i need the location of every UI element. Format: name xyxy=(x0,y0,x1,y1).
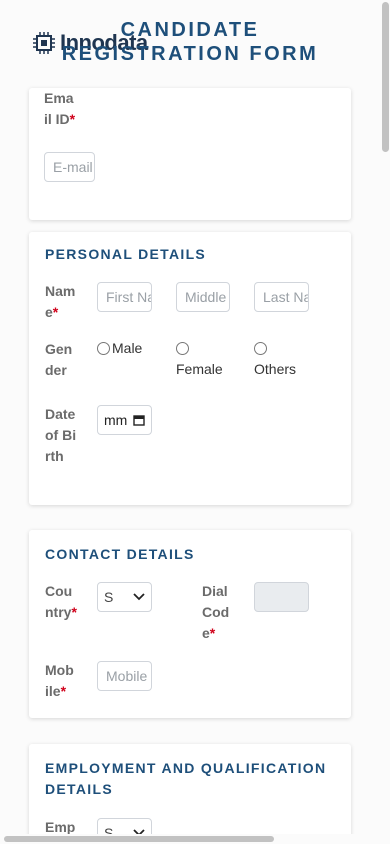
radio-circle[interactable] xyxy=(97,342,110,355)
mobile-label: Mobile* xyxy=(45,660,77,702)
gender-radio-others[interactable]: Others xyxy=(254,340,296,377)
email-card: Email ID* E-mail xyxy=(29,88,351,220)
first-name-input[interactable]: First Name xyxy=(97,282,152,312)
mobile-label-text: Mobile xyxy=(45,662,74,699)
name-label: Name* xyxy=(45,281,77,323)
employment-section-title: EMPLOYMENT AND QUALIFICATION DETAILS xyxy=(45,760,327,797)
last-name-placeholder: Last Name xyxy=(263,289,308,305)
chevron-down-icon xyxy=(133,593,145,601)
last-name-input[interactable]: Last Name xyxy=(254,282,309,312)
dob-input[interactable]: mm xyxy=(97,405,152,435)
gender-option-label: Female xyxy=(176,361,223,377)
gender-option-label: Male xyxy=(112,340,143,356)
horizontal-scrollbar-thumb[interactable] xyxy=(4,836,274,842)
first-name-placeholder: First Name xyxy=(106,289,151,305)
name-label-text: Name xyxy=(45,283,76,320)
email-label: Email ID* xyxy=(44,88,76,130)
dial-code-label-text: Dial Code xyxy=(202,583,230,641)
page-frame: Innodata CANDIDATE REGISTRATION FORM Ema… xyxy=(0,0,380,844)
country-label: Country* xyxy=(45,581,77,623)
vertical-scrollbar-thumb[interactable] xyxy=(382,2,389,152)
horizontal-scrollbar[interactable] xyxy=(0,834,380,844)
gender-radio-male[interactable]: Male xyxy=(97,340,142,356)
gender-radio-female[interactable]: Female xyxy=(176,340,223,377)
radio-circle[interactable] xyxy=(176,342,189,355)
page-title: CANDIDATE REGISTRATION FORM xyxy=(61,19,319,65)
dial-code-input xyxy=(254,582,309,612)
contact-details-card: CONTACT DETAILS Country* S Dial Code* Mo… xyxy=(29,530,351,718)
mobile-placeholder: Mobile xyxy=(106,668,148,684)
calendar-icon[interactable] xyxy=(133,414,145,426)
gender-option-label: Others xyxy=(254,361,297,377)
country-select[interactable]: S xyxy=(97,582,152,612)
mobile-input[interactable]: Mobile xyxy=(97,661,152,691)
dob-value: mm xyxy=(104,412,128,428)
dial-code-label: Dial Code* xyxy=(202,581,234,644)
country-label-text: Country xyxy=(45,583,73,620)
required-mark: * xyxy=(69,111,76,127)
email-input[interactable]: E-mail xyxy=(44,152,95,182)
employment-card: EMPLOYMENT AND QUALIFICATION DETAILS Emp… xyxy=(29,744,351,844)
required-mark: * xyxy=(52,304,59,320)
middle-name-input[interactable]: Middle Name xyxy=(176,282,230,312)
email-input-placeholder: E-mail xyxy=(53,159,93,175)
gender-label: Gender xyxy=(45,341,73,378)
contact-section-title: CONTACT DETAILS xyxy=(45,546,195,562)
vertical-scrollbar[interactable] xyxy=(380,0,390,844)
chip-logo-icon xyxy=(33,32,55,54)
required-mark: * xyxy=(71,604,77,620)
required-mark: * xyxy=(60,683,67,699)
personal-section-title: PERSONAL DETAILS xyxy=(45,246,207,262)
country-value: S xyxy=(104,589,114,605)
radio-circle[interactable] xyxy=(254,342,267,355)
middle-name-placeholder: Middle Name xyxy=(185,289,229,305)
dob-label: Date of Birth xyxy=(45,406,77,464)
required-mark: * xyxy=(209,625,216,641)
personal-details-card: PERSONAL DETAILS Name* First Name Middle… xyxy=(29,232,351,505)
